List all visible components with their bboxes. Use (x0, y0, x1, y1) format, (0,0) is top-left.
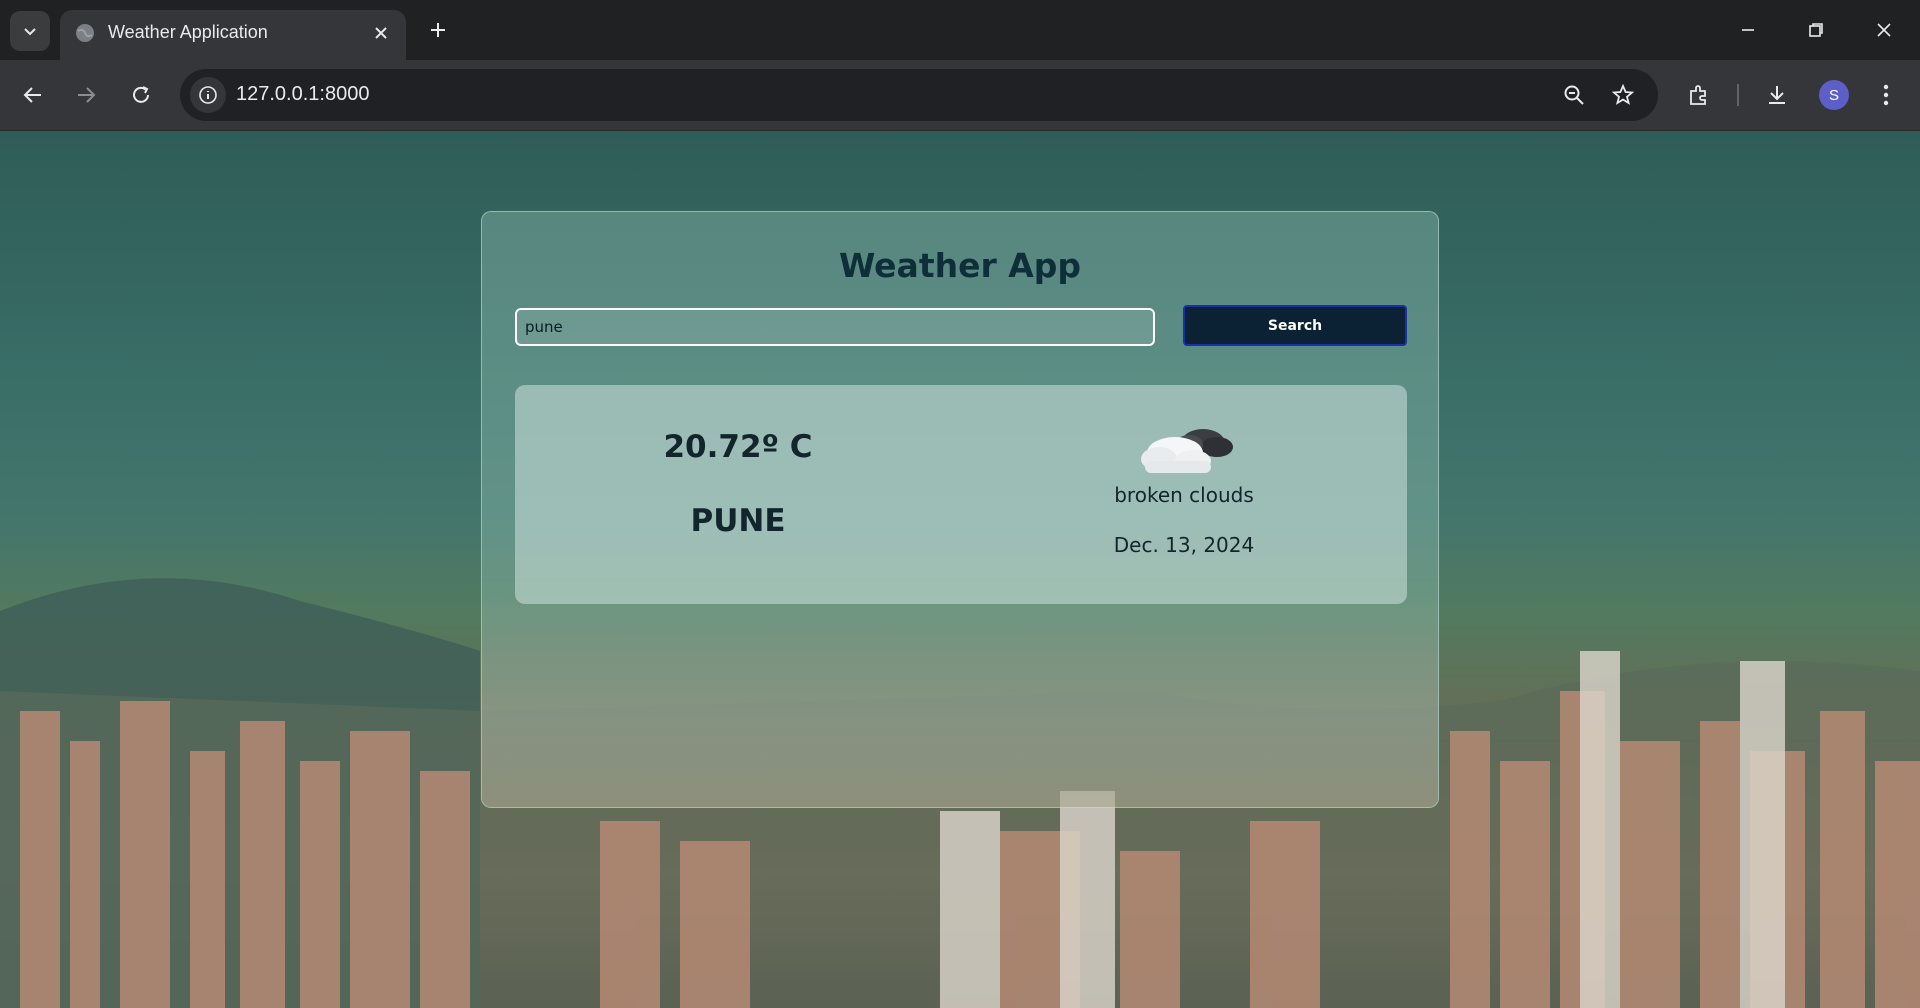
site-info-button[interactable] (190, 77, 226, 113)
card-backdrop (482, 587, 1438, 807)
weather-card: Weather App Search 20.72º C PUNE broken … (481, 211, 1439, 808)
city-search-input[interactable] (515, 308, 1155, 346)
info-icon (199, 86, 217, 104)
zoom-out-icon (1564, 85, 1584, 105)
reload-icon (133, 86, 149, 103)
app-title: Weather App (838, 246, 1082, 285)
downloads-button[interactable] (1759, 77, 1795, 113)
weather-result-panel: 20.72º C PUNE broken clouds Dec. 13, 202… (515, 385, 1407, 604)
profile-avatar[interactable]: S (1819, 80, 1849, 110)
tab-title: Weather Application (108, 22, 268, 42)
temperature-value: 20.72º C (663, 429, 813, 465)
close-icon (375, 27, 387, 39)
weather-description: broken clouds (1114, 483, 1254, 507)
download-icon (1769, 86, 1785, 104)
globe-icon (76, 24, 94, 42)
close-icon (1877, 23, 1891, 37)
restore-button[interactable] (1791, 10, 1841, 50)
url-text: 127.0.0.1:8000 (236, 83, 370, 105)
puzzle-icon (1690, 85, 1706, 105)
new-tab-button[interactable] (422, 14, 454, 46)
address-bar[interactable]: 127.0.0.1:8000 (180, 69, 1658, 121)
plus-icon (431, 23, 445, 37)
minimize-icon (1742, 29, 1754, 31)
chevron-down-icon (24, 28, 36, 36)
minimize-button[interactable] (1723, 10, 1773, 50)
star-icon (1612, 84, 1634, 105)
bookmark-button[interactable] (1607, 79, 1639, 111)
close-window-button[interactable] (1859, 10, 1909, 50)
broken-clouds-icon (1141, 429, 1233, 473)
restore-icon (1809, 23, 1823, 37)
browser-toolbar: 127.0.0.1:8000 S (0, 60, 1920, 131)
tab-close-button[interactable] (368, 20, 394, 46)
back-button[interactable] (15, 77, 51, 113)
tab-search-button[interactable] (10, 11, 50, 51)
browser-menu-button[interactable] (1868, 77, 1904, 113)
search-button[interactable]: Search (1183, 305, 1407, 346)
page-background: Weather App Search 20.72º C PUNE broken … (0, 131, 1920, 1008)
city-name: PUNE (690, 503, 786, 539)
more-vertical-icon (1883, 84, 1889, 106)
browser-tab-bar: Weather Application (0, 0, 1920, 60)
arrow-right-icon (78, 87, 96, 103)
browser-tab[interactable]: Weather Application (60, 10, 406, 60)
weather-date: Dec. 13, 2024 (1113, 533, 1255, 557)
arrow-left-icon (23, 87, 41, 103)
toolbar-divider (1737, 84, 1739, 106)
extensions-button[interactable] (1681, 77, 1717, 113)
zoom-button[interactable] (1558, 79, 1590, 111)
reload-button[interactable] (123, 77, 159, 113)
forward-button[interactable] (68, 77, 104, 113)
